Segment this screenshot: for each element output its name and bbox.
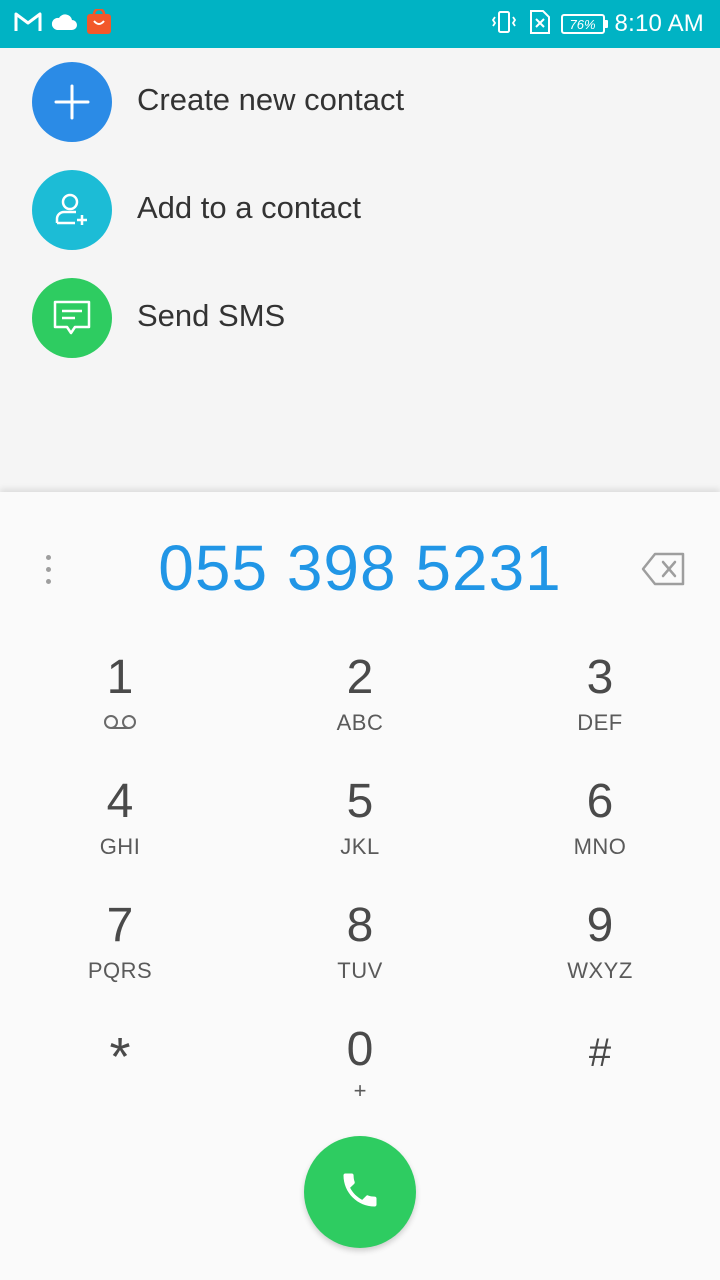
more-options-icon[interactable] bbox=[30, 546, 66, 592]
phone-icon bbox=[338, 1168, 382, 1217]
add-person-icon bbox=[32, 170, 112, 250]
key-hash[interactable]: # bbox=[510, 1024, 690, 1134]
key-digit: 6 bbox=[586, 775, 614, 828]
key-letters: ABC bbox=[336, 710, 384, 735]
notification-icons bbox=[14, 7, 112, 40]
key-letters: PQRS bbox=[87, 958, 153, 983]
status-bar: 76% 8:10 AM bbox=[0, 0, 720, 48]
key-letters: + bbox=[353, 1078, 367, 1103]
key-letters: WXYZ bbox=[567, 958, 633, 983]
key-6[interactable]: 6 MNO bbox=[510, 776, 690, 886]
key-digit: 4 bbox=[106, 775, 134, 828]
plus-icon bbox=[32, 62, 112, 142]
add-to-contact-label: Add to a contact bbox=[137, 190, 362, 225]
create-new-contact-action[interactable]: Create new contact bbox=[0, 48, 720, 156]
shopping-app-icon bbox=[86, 7, 112, 40]
dialed-number[interactable]: 055 398 5231 bbox=[110, 528, 610, 608]
cloud-icon bbox=[50, 12, 78, 37]
dialer-panel: 055 398 5231 1 2 ABC 3 DEF 4 GHI 5 JKL 6… bbox=[0, 492, 720, 1280]
key-letters: TUV bbox=[337, 958, 383, 983]
key-letters: GHI bbox=[99, 834, 141, 859]
key-letters: JKL bbox=[340, 834, 380, 859]
key-digit: 0 bbox=[346, 1023, 374, 1076]
key-4[interactable]: 4 GHI bbox=[30, 776, 210, 886]
clock: 8:10 AM bbox=[614, 10, 704, 37]
message-icon bbox=[32, 278, 112, 358]
key-letters: MNO bbox=[573, 834, 627, 859]
key-digit: 9 bbox=[586, 899, 614, 952]
key-digit: 7 bbox=[106, 899, 134, 952]
send-sms-label: Send SMS bbox=[137, 298, 286, 333]
key-0[interactable]: 0 + bbox=[270, 1024, 450, 1134]
key-digit: * bbox=[109, 1027, 131, 1087]
dialer-actions-list: Create new contact Add to a contact Send… bbox=[0, 48, 720, 492]
vibrate-icon bbox=[489, 9, 519, 40]
key-9[interactable]: 9 WXYZ bbox=[510, 900, 690, 1010]
send-sms-action[interactable]: Send SMS bbox=[0, 264, 720, 372]
key-digit: 5 bbox=[346, 775, 374, 828]
key-digit: 3 bbox=[586, 651, 614, 704]
key-7[interactable]: 7 PQRS bbox=[30, 900, 210, 1010]
key-star[interactable]: * bbox=[30, 1024, 210, 1134]
key-2[interactable]: 2 ABC bbox=[270, 652, 450, 762]
battery-percent: 76% bbox=[569, 16, 596, 32]
key-5[interactable]: 5 JKL bbox=[270, 776, 450, 886]
key-1[interactable]: 1 bbox=[30, 652, 210, 762]
key-digit: # bbox=[588, 1031, 612, 1075]
system-status: 76% 8:10 AM bbox=[489, 8, 704, 40]
backspace-icon[interactable] bbox=[640, 550, 688, 588]
create-new-contact-label: Create new contact bbox=[137, 82, 405, 117]
key-3[interactable]: 3 DEF bbox=[510, 652, 690, 762]
key-digit: 2 bbox=[346, 651, 374, 704]
key-8[interactable]: 8 TUV bbox=[270, 900, 450, 1010]
add-to-contact-action[interactable]: Add to a contact bbox=[0, 156, 720, 264]
no-sim-icon bbox=[529, 9, 551, 40]
key-letters: DEF bbox=[577, 710, 623, 735]
gmail-icon bbox=[14, 11, 42, 38]
key-digit: 1 bbox=[106, 651, 134, 704]
battery-icon: 76% bbox=[560, 14, 608, 34]
voicemail-icon bbox=[102, 714, 138, 732]
call-button[interactable] bbox=[304, 1136, 416, 1248]
key-digit: 8 bbox=[346, 899, 374, 952]
